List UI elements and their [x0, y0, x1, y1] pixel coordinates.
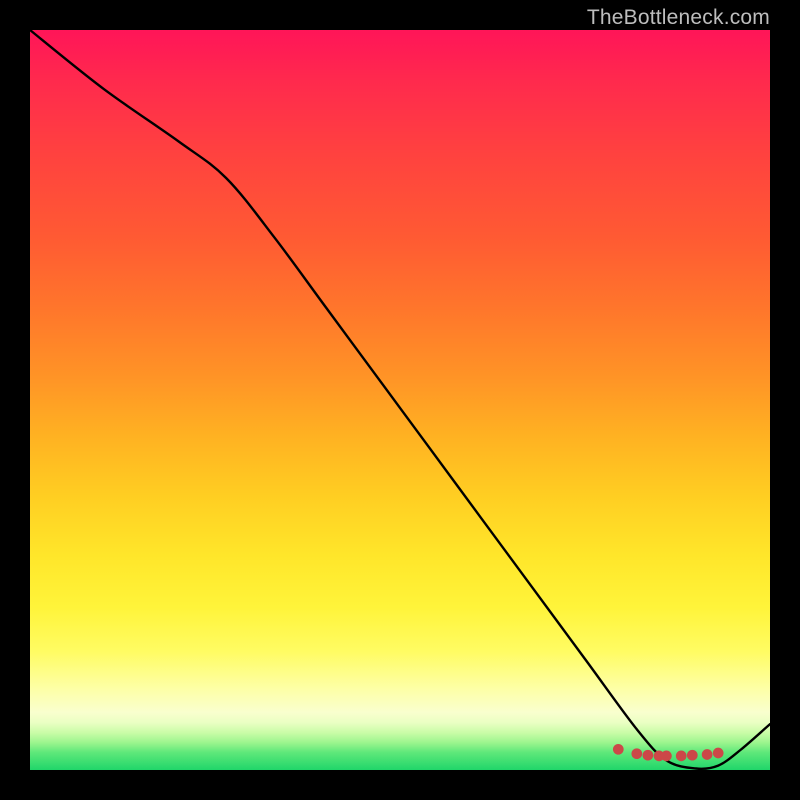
highlight-marker — [615, 746, 622, 753]
chart-stage: TheBottleneck.com — [0, 0, 800, 800]
highlight-marker — [633, 750, 640, 757]
highlight-marker — [715, 749, 722, 756]
highlight-marker — [644, 752, 651, 759]
highlight-marker — [663, 752, 670, 759]
line-chart-svg — [30, 30, 770, 770]
highlight-marker — [678, 752, 685, 759]
bottleneck-curve — [30, 30, 770, 769]
watermark-text: TheBottleneck.com — [587, 6, 770, 30]
highlight-marker — [704, 751, 711, 758]
highlight-markers — [615, 746, 722, 760]
highlight-marker — [689, 752, 696, 759]
plot-area — [30, 30, 770, 770]
